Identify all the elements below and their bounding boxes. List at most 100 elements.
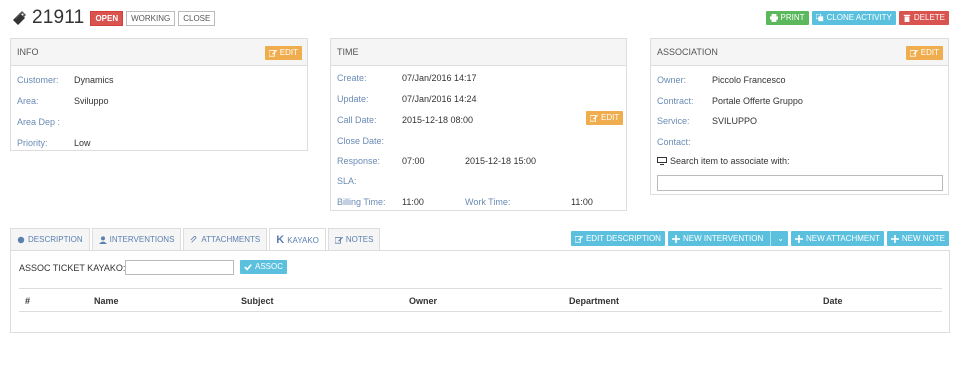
- col-subject: Subject: [241, 296, 274, 306]
- edit-description-label: EDIT DESCRIPTION: [585, 234, 661, 243]
- billing-time-value: 11:00: [402, 197, 424, 207]
- close-date-label: Close Date:: [337, 136, 385, 146]
- association-edit-label: EDIT: [920, 48, 939, 57]
- tab-kayako-label: KAYAKO: [287, 235, 319, 245]
- ticket-number: 21911: [32, 7, 85, 28]
- status-open-button[interactable]: OPEN: [90, 10, 124, 26]
- new-note-button[interactable]: NEW NOTE: [886, 231, 949, 246]
- response-date-value: 2015-12-18 15:00: [465, 156, 537, 166]
- clone-icon: [815, 14, 823, 22]
- new-intervention-button[interactable]: NEW INTERVENTION ⌄: [667, 231, 788, 246]
- time-edit-button[interactable]: EDIT: [586, 111, 624, 125]
- owner-value: Piccolo Francesco: [712, 75, 786, 85]
- info-title: INFO: [17, 47, 39, 57]
- search-label-text: Search item to associate with:: [670, 156, 790, 166]
- new-note-label: NEW NOTE: [901, 234, 945, 243]
- assoc-ticket-input[interactable]: [125, 260, 234, 275]
- col-owner: Owner: [409, 296, 438, 306]
- tab-attachments[interactable]: ATTACHMENTS: [183, 228, 268, 250]
- clone-activity-button[interactable]: CLONE ACTIVITY: [811, 11, 896, 25]
- tab-interventions-label: INTERVENTIONS: [109, 235, 175, 244]
- call-date-label: Call Date:: [337, 115, 377, 125]
- work-time-label: Work Time:: [465, 197, 511, 207]
- contract-label: Contract:: [657, 96, 694, 106]
- area-label: Area:: [17, 96, 39, 106]
- area-dep-label: Area Dep :: [17, 117, 61, 127]
- association-panel-header: ASSOCIATION EDIT: [651, 39, 948, 66]
- print-icon: [769, 14, 778, 22]
- status-working-button[interactable]: WORKING: [126, 10, 176, 26]
- tab-attachments-label: ATTACHMENTS: [201, 235, 261, 244]
- print-button[interactable]: PRINT: [765, 11, 809, 25]
- edit-icon: [574, 235, 583, 243]
- description-icon: [17, 236, 25, 243]
- monitor-icon: [657, 157, 667, 165]
- customer-value: Dynamics: [74, 75, 114, 85]
- kayako-tab-content: ASSOC TICKET KAYAKO: ASSOC # Name Subjec…: [10, 250, 950, 333]
- clone-label: CLONE ACTIVITY: [826, 13, 892, 22]
- plus-icon: [794, 234, 803, 243]
- ticket-icon: [10, 9, 28, 27]
- contract-value: Portale Offerte Gruppo: [712, 96, 803, 106]
- response-value: 07:00: [402, 156, 425, 166]
- trash-icon: [903, 14, 911, 22]
- tab-interventions[interactable]: INTERVENTIONS: [91, 228, 182, 250]
- col-name: Name: [94, 296, 119, 306]
- association-edit-button[interactable]: EDIT: [905, 46, 943, 60]
- assoc-button-label: ASSOC: [255, 262, 284, 271]
- time-title: TIME: [337, 47, 359, 57]
- ticket-header: 21911 OPEN WORKING CLOSE: [10, 7, 218, 28]
- info-edit-label: EDIT: [279, 48, 298, 57]
- tab-bar: DESCRIPTION INTERVENTIONS ATTACHMENTS k …: [10, 228, 382, 251]
- new-attachment-label: NEW ATTACHMENT: [805, 234, 880, 243]
- edit-icon: [334, 236, 343, 244]
- col-number: #: [25, 296, 31, 306]
- kayako-icon: k: [276, 234, 285, 246]
- association-search-input[interactable]: [657, 175, 943, 191]
- info-panel: INFO EDIT Customer: Dynamics Area: Svilu…: [10, 38, 308, 151]
- info-panel-header: INFO EDIT: [11, 39, 307, 66]
- print-label: PRINT: [780, 13, 805, 22]
- create-value: 07/Jan/2016 14:17: [402, 73, 477, 83]
- tab-description-label: DESCRIPTION: [28, 235, 83, 244]
- response-label: Response:: [337, 156, 381, 166]
- search-association-label: Search item to associate with:: [657, 156, 790, 166]
- edit-icon: [268, 49, 277, 57]
- owner-label: Owner:: [657, 75, 687, 85]
- kayako-table-header: # Name Subject Owner Department Date: [19, 288, 942, 312]
- create-label: Create:: [337, 73, 367, 83]
- update-label: Update:: [337, 94, 369, 104]
- contact-label: Contact:: [657, 137, 691, 147]
- plus-icon: [890, 234, 899, 243]
- call-date-value: 2015-12-18 08:00: [402, 115, 474, 125]
- tab-description[interactable]: DESCRIPTION: [10, 228, 90, 250]
- new-attachment-button[interactable]: NEW ATTACHMENT: [790, 231, 884, 246]
- assoc-button[interactable]: ASSOC: [240, 260, 288, 274]
- billing-time-label: Billing Time:: [337, 197, 386, 207]
- chevron-down-icon[interactable]: ⌄: [770, 231, 784, 246]
- tab-kayako[interactable]: k KAYAKO: [269, 228, 326, 251]
- association-title: ASSOCIATION: [657, 47, 718, 57]
- plus-icon: [671, 234, 680, 243]
- check-icon: [244, 264, 252, 271]
- area-value: Sviluppo: [74, 96, 109, 106]
- edit-icon: [909, 49, 918, 57]
- edit-icon: [590, 114, 598, 122]
- top-actions: PRINT CLONE ACTIVITY DELETE: [765, 11, 949, 25]
- tab-notes[interactable]: NOTES: [327, 228, 381, 250]
- user-icon: [98, 235, 107, 244]
- edit-description-button[interactable]: EDIT DESCRIPTION: [570, 231, 665, 246]
- time-panel-header: TIME: [331, 39, 626, 66]
- time-panel: TIME Create: 07/Jan/2016 14:17 Update: 0…: [330, 38, 627, 211]
- delete-button[interactable]: DELETE: [898, 11, 949, 25]
- customer-label: Customer:: [17, 75, 59, 85]
- time-edit-label: EDIT: [601, 113, 620, 122]
- work-time-value: 11:00: [571, 197, 593, 207]
- service-value: SVILUPPO: [712, 116, 758, 126]
- new-intervention-label: NEW INTERVENTION: [682, 234, 764, 243]
- association-panel: ASSOCIATION EDIT Owner: Piccolo Francesc…: [650, 38, 949, 195]
- info-edit-button[interactable]: EDIT: [264, 46, 302, 60]
- priority-value: Low: [74, 138, 91, 148]
- paperclip-icon: [190, 235, 197, 243]
- status-close-button[interactable]: CLOSE: [178, 10, 216, 26]
